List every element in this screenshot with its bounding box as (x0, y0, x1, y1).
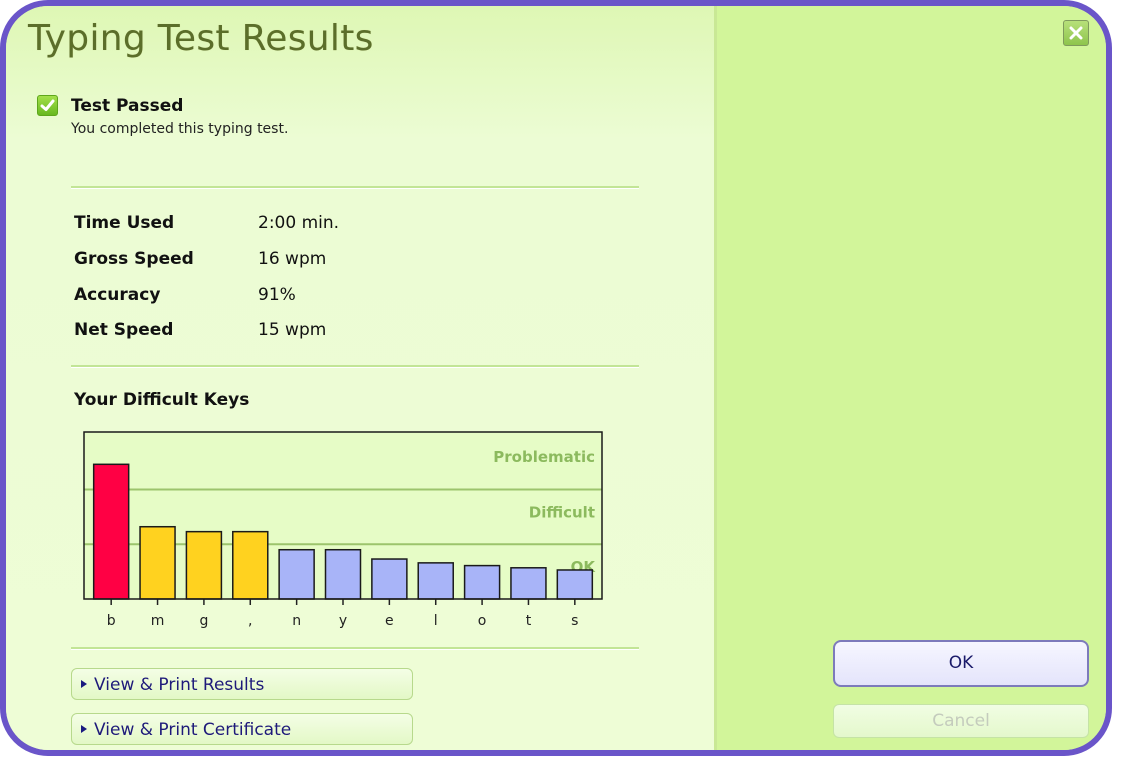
chart-x-tick-label: s (571, 613, 578, 629)
chart-bar (371, 558, 408, 600)
play-triangle-icon (81, 725, 87, 733)
chart-x-tick-label: g (199, 613, 208, 629)
view-print-certificate-label: View & Print Certificate (94, 720, 292, 740)
close-x-icon (1069, 26, 1083, 40)
stat-value-net-speed: 15 wpm (258, 320, 327, 340)
stat-label-net-speed: Net Speed (74, 320, 174, 340)
chart-x-tick-label: t (526, 613, 532, 629)
divider-bottom (71, 647, 639, 650)
chart-x-tick-label: e (385, 613, 394, 629)
view-print-results-button[interactable]: View & Print Results (71, 668, 413, 700)
stat-label-time-used: Time Used (74, 213, 175, 233)
chart-bar (324, 548, 362, 600)
chart-bar (510, 567, 547, 600)
chart-zone-label: Problematic (493, 448, 595, 466)
side-panel (717, 6, 1106, 750)
close-button[interactable] (1063, 20, 1089, 46)
stat-value-time-used: 2:00 min. (258, 213, 340, 233)
chart-x-tick-label: b (107, 613, 116, 629)
status-heading: Test Passed (71, 96, 184, 116)
view-print-results-label: View & Print Results (94, 675, 265, 695)
chart-bar (232, 530, 269, 600)
stat-label-gross-speed: Gross Speed (74, 249, 194, 269)
chart-bar (139, 525, 176, 600)
chart-x-tick-label: o (478, 613, 487, 629)
chart-bar (278, 548, 315, 600)
chart-bar (556, 569, 594, 600)
divider-middle (71, 365, 639, 368)
cancel-button[interactable]: Cancel (833, 704, 1089, 738)
chart-bar (417, 562, 454, 600)
stat-value-accuracy: 91% (258, 285, 296, 305)
chart-x-tick-label: l (434, 613, 438, 629)
page-title: Typing Test Results (28, 18, 374, 59)
chart-x-tick-label: n (292, 613, 301, 629)
chart-x-tick-label: y (339, 613, 347, 629)
chart-bar (185, 530, 223, 600)
ok-button[interactable]: OK (833, 640, 1089, 687)
stat-label-accuracy: Accuracy (74, 285, 161, 305)
chart-x-tick-label: m (151, 613, 165, 629)
difficult-keys-title: Your Difficult Keys (74, 390, 250, 410)
checkbox-checked-icon (37, 95, 58, 116)
chart-zone-label: Difficult (529, 503, 595, 521)
chart-bar (463, 564, 501, 600)
view-print-certificate-button[interactable]: View & Print Certificate (71, 713, 413, 745)
results-panel (6, 6, 714, 750)
chart-x-tick-label: , (248, 613, 252, 629)
divider-top (71, 186, 639, 189)
difficult-keys-chart: OKDifficultProblematicb m g, n y e l o t s (83, 431, 603, 629)
stat-value-gross-speed: 16 wpm (258, 249, 327, 269)
chart-bar (92, 463, 130, 600)
play-triangle-icon (81, 680, 87, 688)
status-message: You completed this typing test. (71, 121, 289, 137)
